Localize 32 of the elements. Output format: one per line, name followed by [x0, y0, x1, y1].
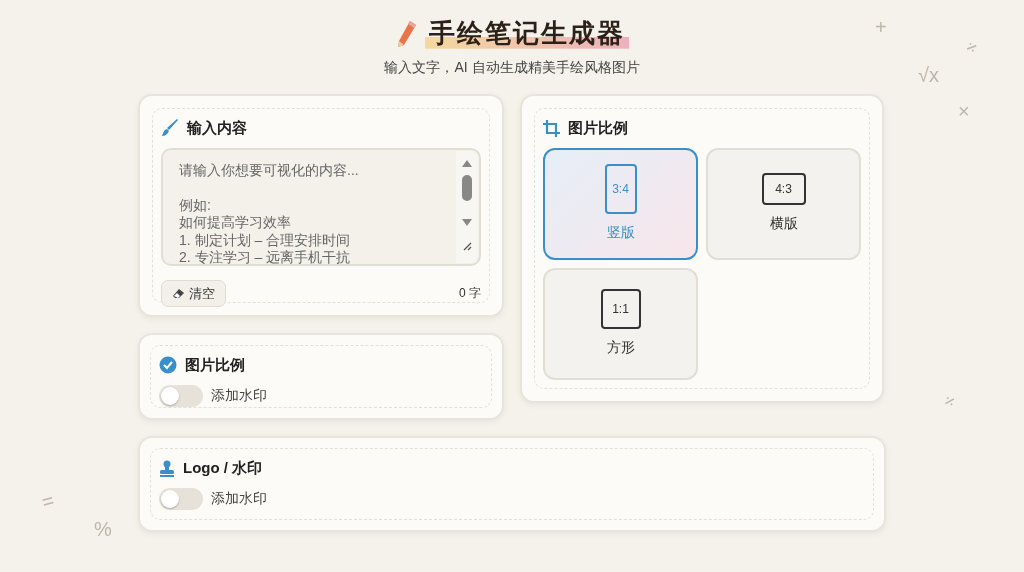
ratio-option[interactable]: 4:3 横版	[706, 147, 861, 260]
stamp-icon	[159, 459, 175, 477]
scroll-up-icon[interactable]	[461, 158, 473, 169]
clear-button[interactable]: 清空	[161, 279, 226, 307]
pencil-icon	[395, 18, 417, 49]
content-textarea[interactable]: 请输入你想要可视化的内容... 例如: 如何提高学习效率 1. 制定计划 – 合理安排时间 2. 专注学习 – 远离手机干抗	[161, 147, 481, 266]
math-symbol: ÷	[938, 387, 961, 416]
ratio-option[interactable]: 1:1 方形	[543, 267, 698, 380]
subtitle: 输入文字，AI 自动生成精美手绘风格图片	[383, 58, 641, 77]
scrollbar[interactable]	[456, 150, 478, 263]
math-symbol: =	[38, 487, 58, 516]
math-symbol: ×	[958, 99, 970, 124]
toggle-switch[interactable]	[159, 384, 203, 407]
toggle-label: 添加水印	[211, 489, 267, 508]
eraser-icon	[172, 287, 185, 299]
checkbox[interactable]	[159, 356, 177, 375]
panel-title: 输入内容	[187, 118, 247, 138]
panel-title: 图片比例	[568, 118, 628, 138]
resize-handle-icon[interactable]	[462, 240, 472, 251]
crop-icon	[543, 119, 560, 137]
math-symbol: ÷	[961, 33, 982, 62]
math-symbol: √x	[918, 63, 939, 88]
scroll-down-icon[interactable]	[461, 216, 473, 227]
toggle-switch[interactable]	[159, 487, 203, 510]
scroll-thumb[interactable]	[462, 174, 472, 201]
character-count: 0 字	[459, 285, 481, 303]
brush-icon	[161, 119, 179, 138]
math-symbol: %	[94, 517, 112, 542]
toggle-label: 添加水印	[211, 386, 267, 405]
panel-title: 图片比例	[185, 355, 245, 375]
panel-title: Logo / 水印	[183, 458, 263, 478]
math-symbol: +	[875, 15, 887, 40]
